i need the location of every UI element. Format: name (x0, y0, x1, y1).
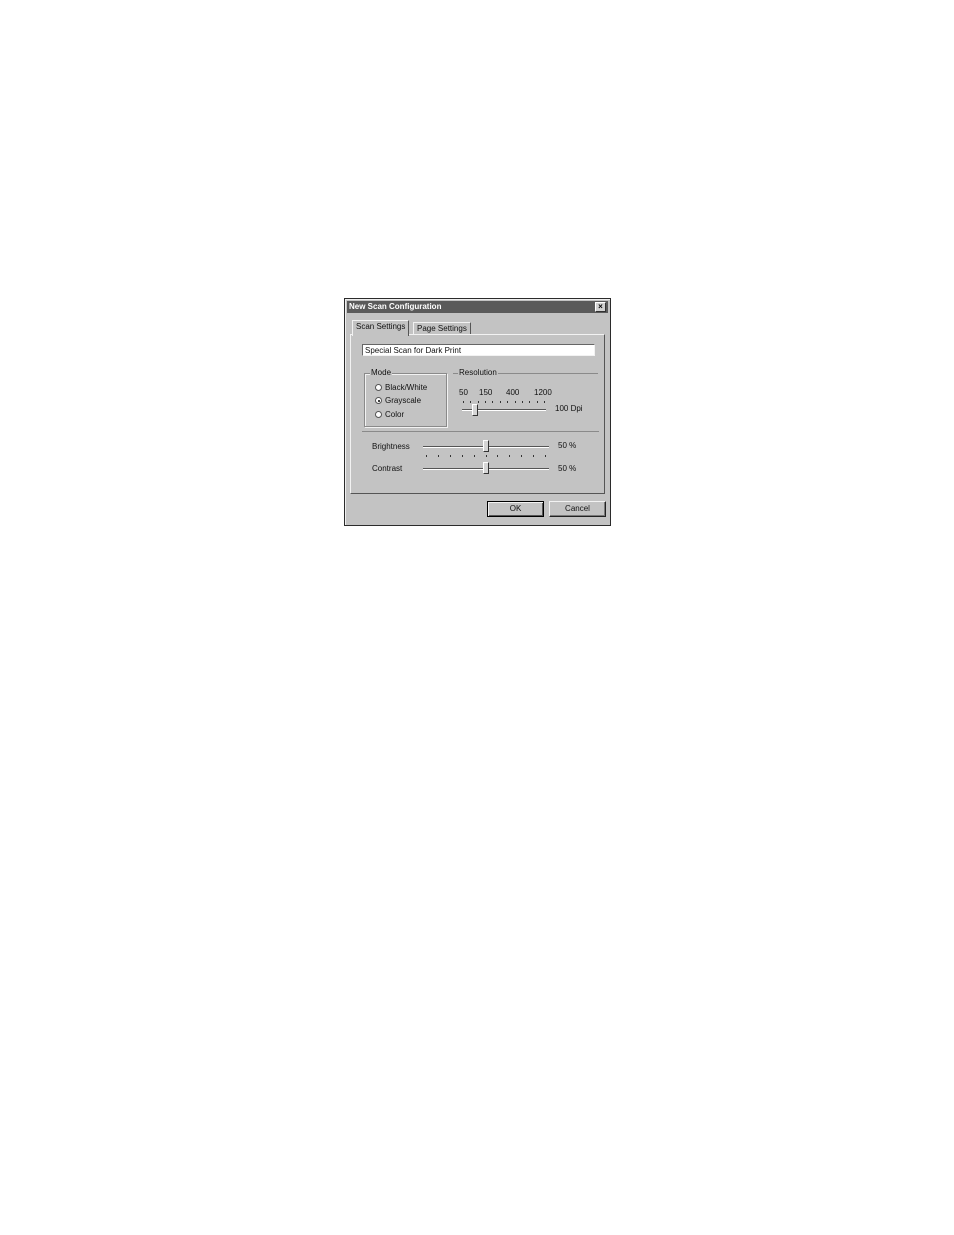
radio-button-icon[interactable] (375, 384, 382, 391)
tick-mark (438, 455, 439, 457)
contrast-value: 50 % (558, 464, 577, 473)
tick-mark (522, 401, 523, 403)
scan-settings-panel: Mode Black/White Grayscale Color Resolut… (350, 334, 605, 494)
tick-mark (450, 455, 451, 457)
resolution-slider-thumb[interactable] (472, 404, 478, 416)
tab-scan-settings[interactable]: Scan Settings (352, 320, 410, 336)
mode-group: Mode Black/White Grayscale Color (364, 368, 447, 427)
radio-button-selected-icon[interactable] (375, 397, 382, 404)
tick-mark (426, 455, 427, 457)
dialog-title: New Scan Configuration (349, 302, 442, 311)
brightness-label: Brightness (372, 442, 410, 451)
resolution-group-label: Resolution (458, 368, 498, 378)
tick-mark (485, 401, 486, 403)
tick-mark (509, 455, 510, 457)
resolution-group: Resolution 50 150 400 1200 100 Dpi (453, 368, 598, 427)
cancel-button[interactable]: Cancel (549, 501, 606, 517)
ok-button[interactable]: OK (487, 501, 544, 517)
tick-mark (474, 455, 475, 457)
tick-mark (500, 401, 501, 403)
brightness-contrast-group: Brightness 50 % Contrast 50 % (362, 431, 599, 488)
resolution-tick-label: 400 (506, 388, 520, 397)
radio-button-icon[interactable] (375, 411, 382, 418)
contrast-slider-thumb[interactable] (483, 462, 489, 474)
new-scan-configuration-dialog: New Scan Configuration × Scan Settings P… (344, 298, 611, 526)
tick-mark (462, 455, 463, 457)
tick-mark (507, 401, 508, 403)
brightness-slider-thumb[interactable] (483, 440, 489, 452)
mode-group-label: Mode (370, 368, 393, 378)
tick-mark (537, 401, 538, 403)
resolution-tick-label: 150 (479, 388, 493, 397)
mode-option-grayscale[interactable]: Grayscale (375, 396, 421, 406)
contrast-tick-marks (426, 455, 546, 458)
tick-mark (515, 401, 516, 403)
tick-mark (497, 455, 498, 457)
resolution-tick-label: 1200 (534, 388, 552, 397)
tick-mark (545, 455, 546, 457)
mode-option-color[interactable]: Color (375, 410, 404, 420)
resolution-value: 100 Dpi (555, 404, 583, 413)
close-icon[interactable]: × (595, 302, 606, 312)
tick-mark (486, 455, 487, 457)
tick-mark (529, 401, 530, 403)
mode-option-label: Color (385, 410, 405, 419)
mode-option-label: Black/White (385, 383, 428, 392)
mode-option-label: Grayscale (385, 396, 422, 405)
contrast-label: Contrast (372, 464, 403, 473)
tick-mark (533, 455, 534, 457)
tick-mark (478, 401, 479, 403)
mode-option-black-white[interactable]: Black/White (375, 383, 427, 393)
tick-mark (470, 401, 471, 403)
tick-mark (463, 401, 464, 403)
configuration-name-input[interactable] (362, 344, 595, 356)
title-bar[interactable]: New Scan Configuration × (347, 301, 608, 313)
tick-mark (492, 401, 493, 403)
resolution-tick-label: 50 (459, 388, 468, 397)
brightness-value: 50 % (558, 441, 577, 450)
tick-mark (521, 455, 522, 457)
tick-mark (544, 401, 545, 403)
